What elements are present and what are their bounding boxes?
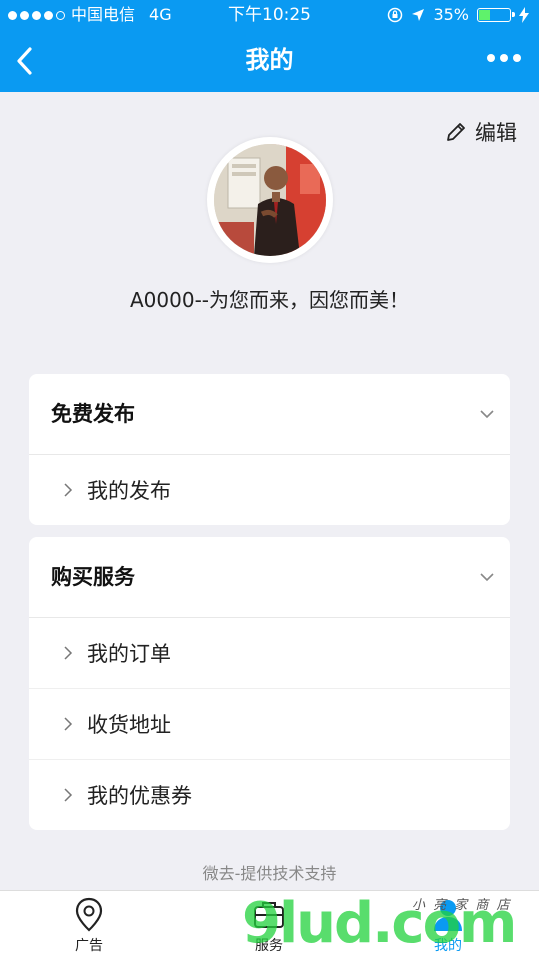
battery-percent: 35% xyxy=(433,5,469,24)
tab-label: 广告 xyxy=(75,938,103,954)
section-buy-service: 购买服务 我的订单 收货地址 我的优惠券 xyxy=(29,537,510,830)
section-free-publish: 免费发布 我的发布 xyxy=(29,374,510,525)
more-options-icon[interactable] xyxy=(487,54,521,62)
list-item-label: 我的发布 xyxy=(87,479,171,503)
chevron-right-icon xyxy=(64,717,73,731)
username: A0000--为您而来，因您而美！ xyxy=(129,288,409,312)
edit-button[interactable]: 编辑 xyxy=(445,117,517,147)
page-title: 我的 xyxy=(245,46,294,74)
list-item-label: 我的订单 xyxy=(87,642,171,666)
orientation-lock-icon xyxy=(388,7,403,23)
watermark-subtext: 小 亮 家 商 店 xyxy=(412,898,512,913)
section-header[interactable]: 免费发布 xyxy=(29,374,510,455)
list-item-my-coupons[interactable]: 我的优惠券 xyxy=(29,760,510,830)
list-item-my-orders[interactable]: 我的订单 xyxy=(29,618,510,689)
section-title: 免费发布 xyxy=(51,402,135,426)
battery-icon xyxy=(477,8,515,22)
tab-ads[interactable]: 广告 xyxy=(39,897,139,955)
top-bar: 中国电信 4G 下午10:25 35% 我的 xyxy=(0,0,539,92)
chevron-right-icon xyxy=(64,788,73,802)
nav-bar: 我的 xyxy=(0,30,539,92)
chevron-down-icon xyxy=(480,410,494,419)
pencil-icon xyxy=(447,123,465,141)
site-watermark: 9lud.com 小 亮 家 商 店 xyxy=(242,888,532,960)
avatar[interactable] xyxy=(207,137,333,263)
list-item-label: 收货地址 xyxy=(87,713,171,737)
avatar-photo xyxy=(214,144,326,256)
charging-icon xyxy=(519,7,529,23)
edit-label: 编辑 xyxy=(475,121,517,145)
list-item-my-publish[interactable]: 我的发布 xyxy=(29,455,510,525)
location-pin-icon xyxy=(75,897,103,932)
location-arrow-icon xyxy=(412,9,425,21)
status-right: 35% xyxy=(387,0,529,30)
list-item-label: 我的优惠券 xyxy=(87,784,192,808)
section-header[interactable]: 购买服务 xyxy=(29,537,510,618)
section-title: 购买服务 xyxy=(51,565,135,589)
list-item-shipping-address[interactable]: 收货地址 xyxy=(29,689,510,760)
chevron-right-icon xyxy=(64,483,73,497)
status-bar: 中国电信 4G 下午10:25 35% xyxy=(0,0,539,30)
chevron-right-icon xyxy=(64,646,73,660)
chevron-down-icon xyxy=(480,573,494,582)
